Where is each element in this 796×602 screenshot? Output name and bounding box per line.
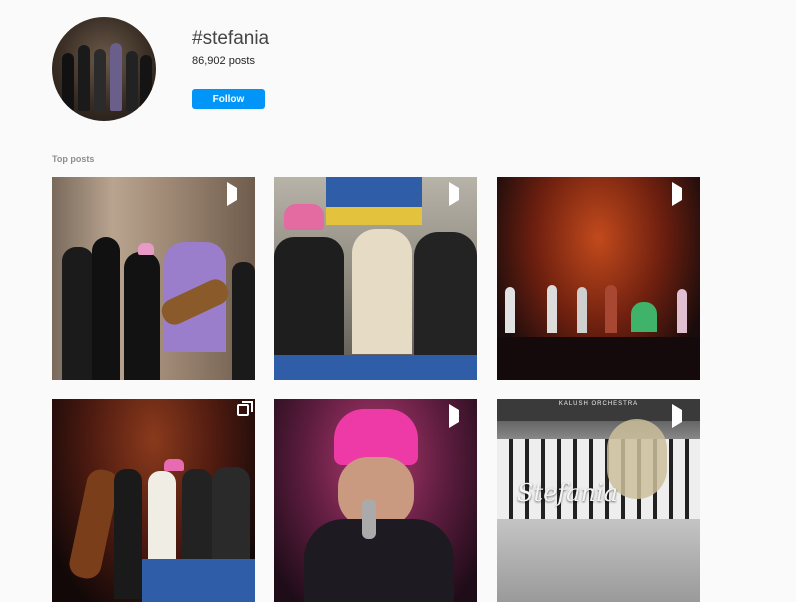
person-silhouette — [352, 229, 412, 354]
performer — [547, 285, 557, 333]
play-icon — [672, 404, 694, 428]
top-post-3[interactable] — [497, 177, 700, 380]
person-silhouette — [62, 247, 94, 380]
avatar-figure — [94, 49, 106, 111]
top-post-4[interactable] — [52, 399, 255, 602]
ukrainian-flag — [326, 207, 422, 225]
person-silhouette — [274, 237, 344, 357]
person-silhouette — [114, 469, 142, 599]
flag-foreground — [142, 559, 255, 602]
pink-hat — [164, 459, 184, 471]
top-post-6[interactable]: KALUSH ORCHESTRA Stefania — [497, 399, 700, 602]
person-silhouette — [414, 232, 477, 357]
flag-foreground — [274, 355, 477, 380]
stefania-script-title: Stefania — [517, 479, 618, 507]
avatar-figure — [126, 51, 138, 111]
hashtag-title: #stefania — [192, 28, 270, 49]
album-icon — [237, 401, 253, 416]
post-count: 86,902 posts — [192, 55, 255, 67]
performer — [605, 285, 617, 333]
pink-hat — [138, 243, 154, 255]
double-bass — [66, 466, 122, 582]
follow-button[interactable]: Follow — [192, 89, 265, 109]
pink-hat — [284, 204, 324, 230]
performer — [505, 287, 515, 333]
top-post-5[interactable] — [274, 399, 477, 602]
top-post-2[interactable] — [274, 177, 477, 380]
play-icon — [672, 182, 694, 206]
avatar-figure — [62, 53, 74, 111]
top-post-1[interactable] — [52, 177, 255, 380]
play-icon — [227, 182, 249, 206]
person-silhouette — [124, 252, 160, 380]
play-icon — [449, 404, 471, 428]
performer — [631, 302, 657, 332]
person-silhouette — [232, 262, 255, 380]
singer-face — [338, 457, 414, 527]
top-posts-label: Top posts — [52, 154, 95, 164]
hashtag-avatar — [52, 17, 156, 121]
performer — [577, 287, 587, 333]
stage-floor — [497, 337, 700, 380]
avatar-figure — [78, 45, 90, 111]
performer — [677, 289, 687, 333]
avatar-figure — [140, 55, 152, 111]
band-title: KALUSH ORCHESTRA — [558, 401, 639, 407]
play-icon — [449, 182, 471, 206]
singer-body — [304, 519, 454, 602]
microphone — [362, 499, 376, 539]
avatar-figure — [110, 43, 122, 111]
person-silhouette — [92, 237, 120, 380]
